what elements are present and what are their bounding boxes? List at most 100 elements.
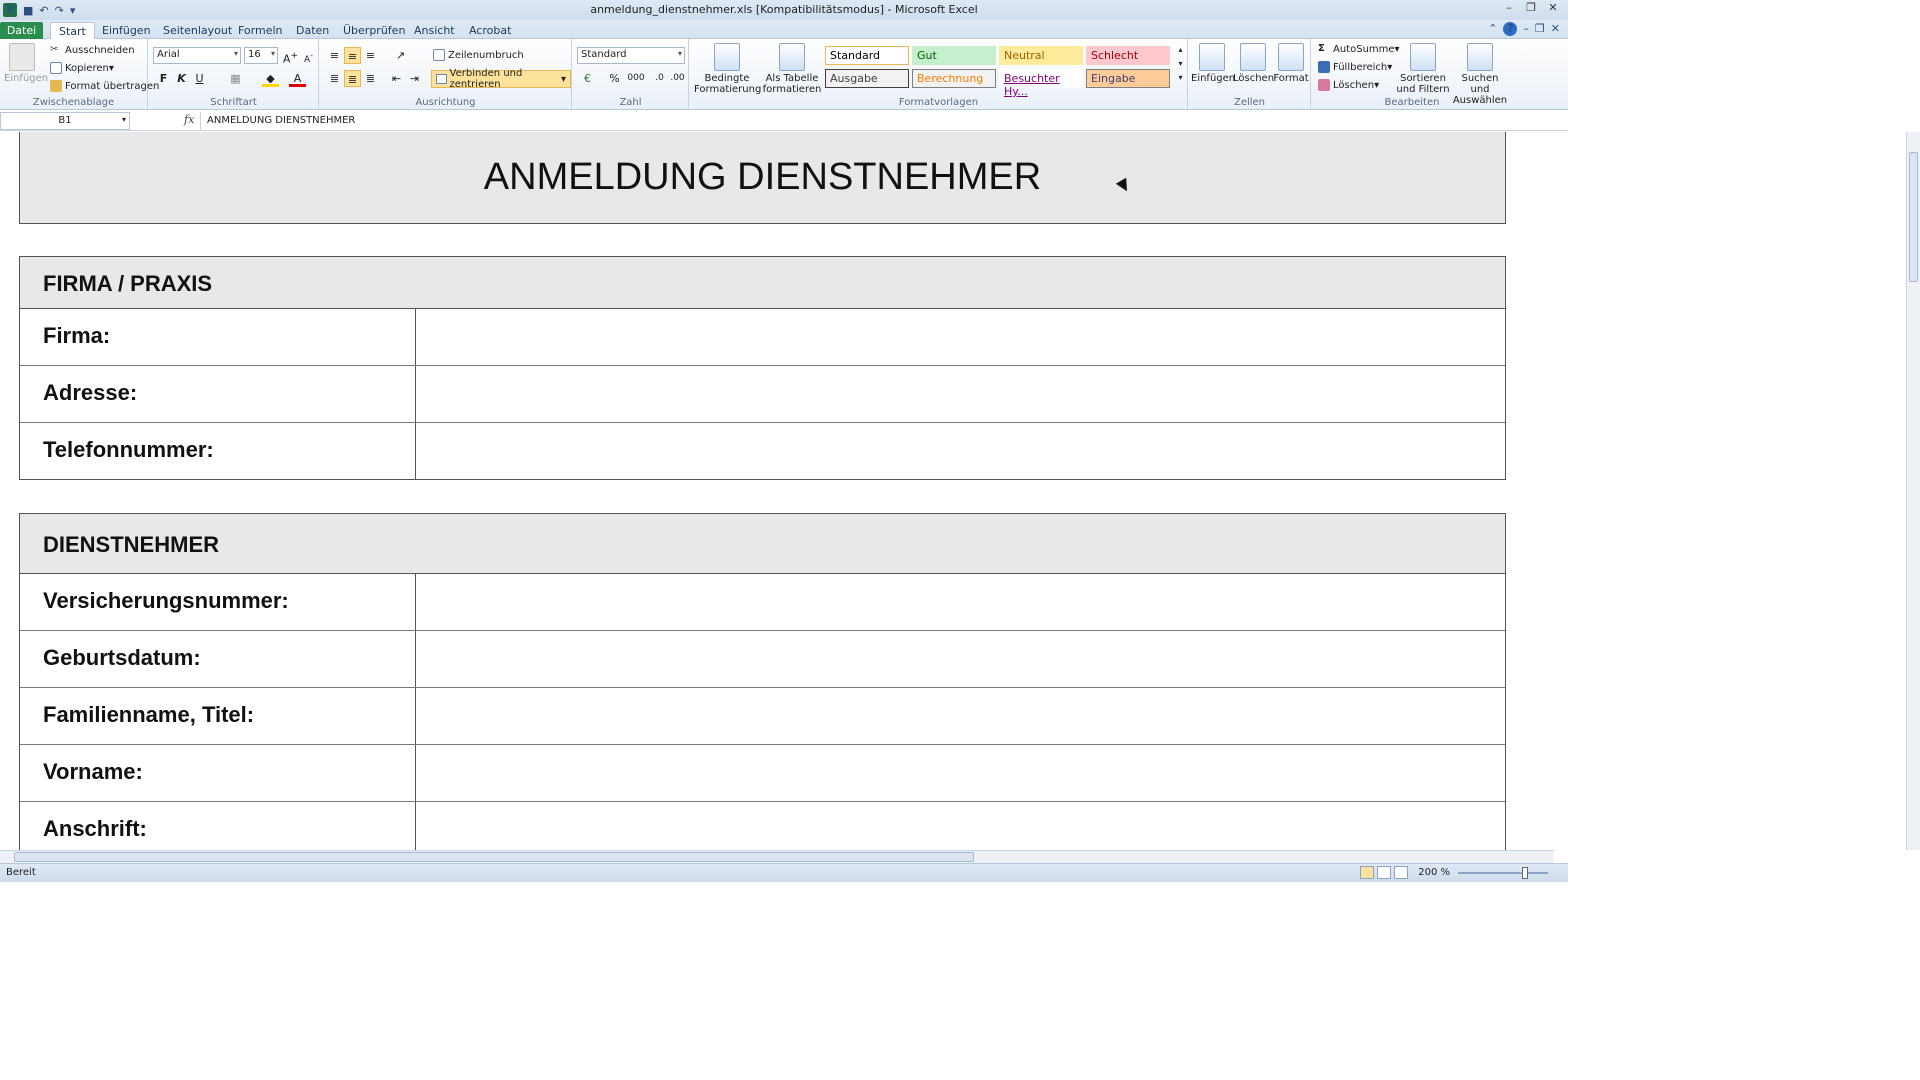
worksheet[interactable]: ANMELDUNG DIENSTNEHMER FIRMA / PRAXIS Fi… xyxy=(0,132,1554,850)
form-row[interactable]: Telefonnummer: xyxy=(19,423,1506,480)
align-left-icon[interactable]: ≣ xyxy=(326,70,343,87)
format-painter-button[interactable]: Format übertragen xyxy=(50,80,159,92)
style-visited-hyperlink[interactable]: Besuchter Hy... xyxy=(999,69,1083,98)
style-standard[interactable]: Standard xyxy=(825,46,909,65)
align-center-icon[interactable]: ≣ xyxy=(344,70,361,87)
shrink-font-button[interactable]: A- xyxy=(300,47,317,65)
doc-minimize-icon[interactable]: – xyxy=(1523,22,1529,36)
normal-view-icon[interactable] xyxy=(1360,866,1374,879)
fill-color-icon[interactable]: ◆ xyxy=(262,70,279,87)
borders-icon[interactable]: ▦ xyxy=(227,70,244,87)
tab-start[interactable]: Start xyxy=(50,22,95,39)
field-value-cell[interactable] xyxy=(415,423,1505,479)
tab-file[interactable]: Datei xyxy=(0,22,43,39)
align-right-icon[interactable]: ≣ xyxy=(362,70,379,87)
merge-center-button[interactable]: Verbinden und zentrieren ▾ xyxy=(431,68,571,90)
format-as-table-button[interactable]: Als Tabelle formatieren xyxy=(762,43,822,95)
percent-button[interactable]: % xyxy=(606,70,623,87)
increase-indent-icon[interactable]: ⇥ xyxy=(406,70,423,87)
form-row[interactable]: Geburtsdatum: xyxy=(19,631,1506,688)
chevron-down-icon: ▾ xyxy=(270,49,275,58)
style-good[interactable]: Gut xyxy=(912,46,996,65)
style-bad[interactable]: Schlecht xyxy=(1086,46,1170,65)
form-row[interactable]: Firma: xyxy=(19,309,1506,366)
style-neutral[interactable]: Neutral xyxy=(999,46,1083,65)
format-cells-button[interactable]: Format xyxy=(1273,43,1309,84)
wrap-text-button[interactable]: Zeilenumbruch xyxy=(433,49,524,61)
field-value-cell[interactable] xyxy=(415,802,1505,850)
decrease-indent-icon[interactable]: ⇤ xyxy=(388,70,405,87)
minimize-icon[interactable]: – xyxy=(1502,1,1516,14)
copy-button[interactable]: Kopieren ▾ xyxy=(50,62,114,74)
align-bottom-icon[interactable]: ≡ xyxy=(362,47,379,64)
clear-button[interactable]: Löschen ▾ xyxy=(1318,79,1379,91)
section-header[interactable]: DIENSTNEHMER xyxy=(19,513,1506,574)
field-value-cell[interactable] xyxy=(415,688,1505,744)
tab-formulas[interactable]: Formeln xyxy=(230,22,291,39)
autosum-button[interactable]: Σ AutoSumme ▾ xyxy=(1318,43,1400,55)
styles-scroll-icon[interactable]: ▴ ▾ ▾ xyxy=(1172,43,1189,87)
insert-cells-button[interactable]: Einfügen xyxy=(1191,43,1235,84)
delete-cells-button[interactable]: Löschen xyxy=(1233,43,1274,84)
increase-decimal-icon[interactable]: .0 xyxy=(651,70,668,87)
field-value-cell[interactable] xyxy=(415,574,1505,630)
paste-button[interactable]: Einfügen xyxy=(4,43,48,84)
style-output[interactable]: Ausgabe xyxy=(825,69,909,88)
tab-acrobat[interactable]: Acrobat xyxy=(461,22,519,39)
italic-button[interactable]: K xyxy=(173,70,190,87)
tab-page-layout[interactable]: Seitenlayout xyxy=(155,22,240,39)
form-row[interactable]: Familienname, Titel: xyxy=(19,688,1506,745)
field-value-cell[interactable] xyxy=(415,631,1505,687)
cut-button[interactable]: ✂ Ausschneiden xyxy=(50,44,135,56)
close-icon[interactable]: ✕ xyxy=(1546,1,1560,14)
doc-restore-icon[interactable]: ❐ xyxy=(1535,22,1545,36)
field-value-cell[interactable] xyxy=(415,366,1505,422)
bold-button[interactable]: F xyxy=(155,70,172,87)
page-break-view-icon[interactable] xyxy=(1394,866,1408,879)
tab-data[interactable]: Daten xyxy=(288,22,337,39)
section-header[interactable]: FIRMA / PRAXIS xyxy=(19,256,1506,309)
align-middle-icon[interactable]: ≡ xyxy=(344,47,361,64)
minimize-ribbon-icon[interactable]: ⌃ xyxy=(1488,22,1497,36)
form-row[interactable]: Adresse: xyxy=(19,366,1506,423)
style-input[interactable]: Eingabe xyxy=(1086,69,1170,88)
align-top-icon[interactable]: ≡ xyxy=(326,47,343,64)
formula-input[interactable]: ANMELDUNG DIENSTNEHMER xyxy=(200,112,1556,130)
horizontal-scrollbar[interactable] xyxy=(0,850,1554,863)
currency-icon[interactable]: € xyxy=(579,70,596,87)
zoom-slider-knob[interactable] xyxy=(1522,867,1528,879)
name-box[interactable]: B1 ▾ xyxy=(0,112,130,130)
page-layout-view-icon[interactable] xyxy=(1377,866,1391,879)
grow-font-button[interactable]: A+ xyxy=(282,47,299,66)
number-format-select[interactable]: Standard ▾ xyxy=(577,47,685,64)
fill-button[interactable]: Füllbereich ▾ xyxy=(1318,61,1392,73)
restore-icon[interactable]: ❐ xyxy=(1524,1,1538,14)
field-value-cell[interactable] xyxy=(415,309,1505,365)
help-icon[interactable]: ? xyxy=(1503,22,1518,36)
insert-function-icon[interactable]: fx xyxy=(184,113,194,126)
font-name-select[interactable]: Arial ▾ xyxy=(153,47,241,64)
tab-insert[interactable]: Einfügen xyxy=(94,22,159,39)
zoom-level[interactable]: 200 % xyxy=(1418,867,1450,878)
vertical-scrollbar[interactable] xyxy=(1906,132,1920,850)
conditional-formatting-button[interactable]: Bedingte Formatierung xyxy=(694,43,761,95)
orientation-icon[interactable]: ↗ xyxy=(392,47,409,64)
tab-view[interactable]: Ansicht xyxy=(406,22,463,39)
underline-button[interactable]: U xyxy=(191,70,208,87)
vertical-scroll-thumb[interactable] xyxy=(1909,152,1918,282)
form-row[interactable]: Anschrift: xyxy=(19,802,1506,850)
form-row[interactable]: Vorname: xyxy=(19,745,1506,802)
form-row[interactable]: Versicherungsnummer: xyxy=(19,574,1506,631)
field-value-cell[interactable] xyxy=(415,745,1505,801)
decrease-decimal-icon[interactable]: .00 xyxy=(669,70,686,87)
font-color-icon[interactable]: A xyxy=(289,70,306,87)
thousands-button[interactable]: 000 xyxy=(625,70,647,87)
sort-filter-button[interactable]: Sortieren und Filtern xyxy=(1394,43,1452,95)
font-size-select[interactable]: 16 ▾ xyxy=(244,47,278,64)
horizontal-scroll-thumb[interactable] xyxy=(14,852,974,862)
zoom-slider[interactable] xyxy=(1458,872,1548,874)
style-calculation[interactable]: Berechnung xyxy=(912,69,996,88)
tab-review[interactable]: Überprüfen xyxy=(335,22,413,39)
doc-close-icon[interactable]: ✕ xyxy=(1551,22,1560,36)
title-banner[interactable]: ANMELDUNG DIENSTNEHMER xyxy=(19,132,1506,224)
